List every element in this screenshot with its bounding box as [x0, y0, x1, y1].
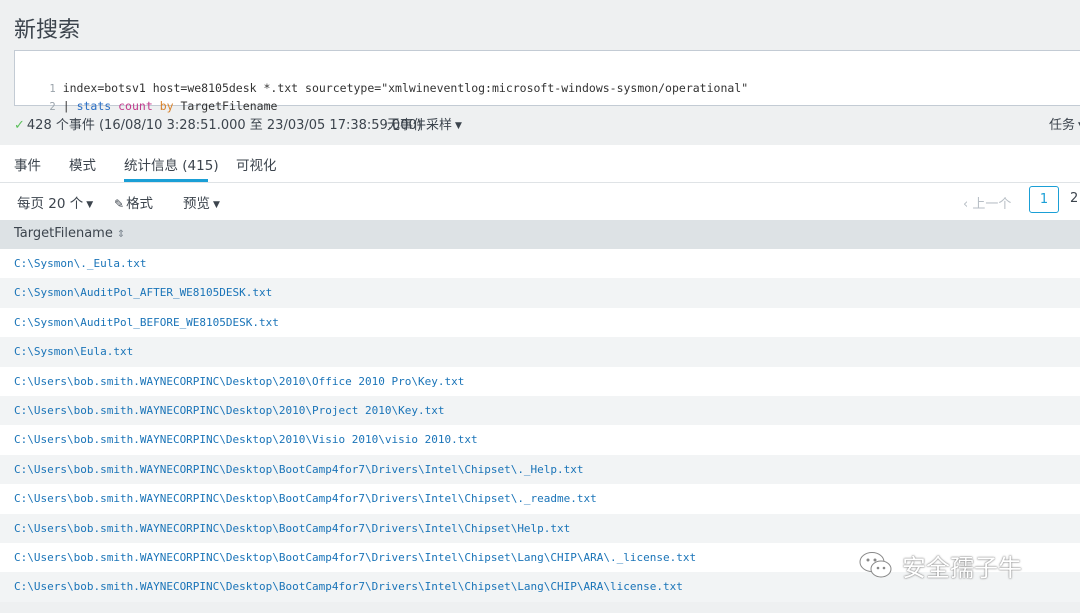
check-icon: ✓	[14, 118, 25, 133]
filename-cell[interactable]: C:\Users\bob.smith.WAYNECORPINC\Desktop\…	[14, 375, 464, 388]
filename-cell[interactable]: C:\Sysmon\._Eula.txt	[14, 257, 146, 270]
caret-down-icon: ▼	[213, 200, 220, 210]
table-row: C:\Users\bob.smith.WAYNECORPINC\Desktop\…	[0, 366, 1080, 396]
tab-patterns[interactable]: 模式	[69, 154, 96, 174]
table-row: C:\Sysmon\Eula.txt	[0, 337, 1080, 367]
sampling-label: 无事件采样	[387, 118, 453, 133]
page-2-button[interactable]: 2	[1070, 191, 1078, 206]
filename-cell[interactable]: C:\Sysmon\AuditPol_BEFORE_WE8105DESK.txt	[14, 316, 279, 329]
filename-cell[interactable]: C:\Users\bob.smith.WAYNECORPINC\Desktop\…	[14, 433, 478, 446]
wechat-icon	[859, 552, 892, 578]
watermark-text: 安全孺子牛	[902, 553, 1022, 582]
pencil-icon: ✎	[114, 197, 125, 211]
table-row: C:\Users\bob.smith.WAYNECORPINC\Desktop\…	[0, 425, 1080, 455]
column-header-label: TargetFilename	[14, 226, 113, 241]
per-page-dropdown[interactable]: 每页 20 个 ▼	[17, 192, 93, 212]
active-tab-indicator	[124, 179, 208, 182]
watermark: 安全孺子牛	[858, 545, 1022, 585]
tab-statistics[interactable]: 统计信息 (415)	[124, 154, 219, 174]
sampling-dropdown[interactable]: 无事件采样 ▼	[387, 117, 462, 135]
event-summary: 428 个事件 (16/08/10 3:28:51.000 至 23/03/05…	[26, 118, 422, 133]
table-row: C:\Users\bob.smith.WAYNECORPINC\Desktop\…	[0, 484, 1080, 514]
per-page-label: 每页 20 个	[17, 196, 84, 212]
tasks-label: 任务	[1049, 118, 1076, 133]
preview-dropdown[interactable]: 预览 ▼	[183, 192, 220, 212]
filename-cell[interactable]: C:\Users\bob.smith.WAYNECORPINC\Desktop\…	[14, 463, 584, 476]
prev-page-button[interactable]: ‹ 上一个	[963, 193, 1011, 212]
format-button[interactable]: ✎ 格式	[114, 192, 153, 212]
query-field: TargetFilename	[180, 99, 278, 113]
search-editor[interactable]: 1 index=botsv1 host=we8105desk *.txt sour…	[14, 50, 1080, 113]
caret-down-icon: ▼	[455, 121, 462, 131]
results-tabs: 事件 模式 统计信息 (415) 可视化	[0, 145, 1080, 183]
query-pipe: |	[62, 99, 77, 113]
table-header: TargetFilename ⇕	[0, 220, 1080, 249]
job-status: ✓ 428 个事件 (16/08/10 3:28:51.000 至 23/03/0…	[14, 117, 422, 135]
query-function: count	[118, 99, 153, 113]
tab-visualization[interactable]: 可视化	[236, 154, 277, 174]
editor-line-1: 1 index=botsv1 host=we8105desk *.txt sour…	[15, 61, 748, 95]
results-toolbar: 每页 20 个 ▼ ✎ 格式 预览 ▼ ‹ 上一个	[0, 183, 1080, 220]
page-title: 新搜索	[14, 18, 81, 43]
filename-cell[interactable]: C:\Sysmon\Eula.txt	[14, 345, 133, 358]
format-label: 格式	[126, 196, 154, 212]
table-row: C:\Users\bob.smith.WAYNECORPINC\Desktop\…	[0, 513, 1080, 543]
table-row: C:\Sysmon\AuditPol_BEFORE_WE8105DESK.txt	[0, 307, 1080, 338]
column-header-targetfilename[interactable]: TargetFilename ⇕	[14, 226, 125, 241]
line-number: 2	[49, 101, 56, 113]
caret-down-icon: ▼	[86, 200, 94, 210]
sort-icon[interactable]: ⇕	[117, 229, 125, 240]
preview-label: 预览	[183, 196, 210, 212]
query-by-keyword: by	[159, 99, 174, 113]
filename-cell[interactable]: C:\Users\bob.smith.WAYNECORPINC\Desktop\…	[14, 492, 597, 505]
query-command: stats	[76, 99, 112, 113]
page-1-button[interactable]: 1	[1029, 186, 1059, 213]
tasks-menu[interactable]: 任务▼	[1049, 117, 1080, 135]
table-row: C:\Users\bob.smith.WAYNECORPINC\Desktop\…	[0, 454, 1080, 485]
table-row: C:\Users\bob.smith.WAYNECORPINC\Desktop\…	[0, 395, 1080, 426]
editor-line-2: 2 | stats count by TargetFilename	[15, 79, 277, 113]
filename-cell[interactable]: C:\Users\bob.smith.WAYNECORPINC\Desktop\…	[14, 522, 570, 535]
filename-cell[interactable]: C:\Users\bob.smith.WAYNECORPINC\Desktop\…	[14, 404, 444, 417]
filename-cell[interactable]: C:\Users\bob.smith.WAYNECORPINC\Desktop\…	[14, 551, 696, 564]
filename-cell[interactable]: C:\Sysmon\AuditPol_AFTER_WE8105DESK.txt	[14, 286, 272, 299]
table-row: C:\Sysmon\._Eula.txt	[0, 249, 1080, 279]
filename-cell[interactable]: C:\Users\bob.smith.WAYNECORPINC\Desktop\…	[14, 580, 683, 593]
table-row: C:\Sysmon\AuditPol_AFTER_WE8105DESK.txt	[0, 278, 1080, 308]
tab-events[interactable]: 事件	[14, 154, 41, 174]
